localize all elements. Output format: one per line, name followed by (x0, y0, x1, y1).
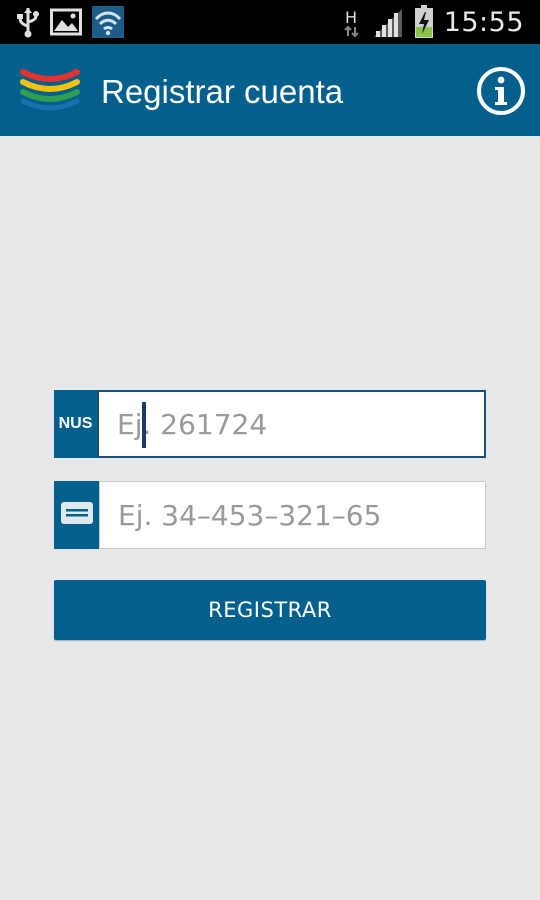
battery-charging-icon (414, 5, 434, 39)
signal-icon (372, 7, 404, 37)
nus-field-row: NUS (54, 390, 486, 458)
nus-label: NUS (54, 390, 97, 458)
svg-text:H: H (345, 8, 357, 27)
status-clock: 15:55 (443, 6, 524, 38)
network-arrows-icon: H (342, 6, 362, 38)
nus-input[interactable] (97, 390, 486, 458)
usb-icon (16, 6, 40, 38)
notification-icons (16, 4, 124, 40)
card-icon-label (54, 481, 99, 549)
system-icons: H 15:55 (342, 4, 524, 40)
info-icon[interactable] (476, 66, 526, 116)
card-number-input[interactable] (99, 481, 486, 549)
app-logo-icon[interactable] (20, 68, 80, 116)
card-icon (60, 501, 93, 529)
card-field-row (54, 481, 486, 549)
page-title: Registrar cuenta (101, 73, 344, 110)
action-bar: Registrar cuenta (0, 44, 540, 136)
wifi-icon (92, 6, 124, 38)
status-bar: H 15:55 (0, 0, 540, 44)
image-icon (50, 8, 82, 36)
text-cursor (142, 402, 146, 448)
register-button[interactable]: REGISTRAR (54, 580, 486, 640)
